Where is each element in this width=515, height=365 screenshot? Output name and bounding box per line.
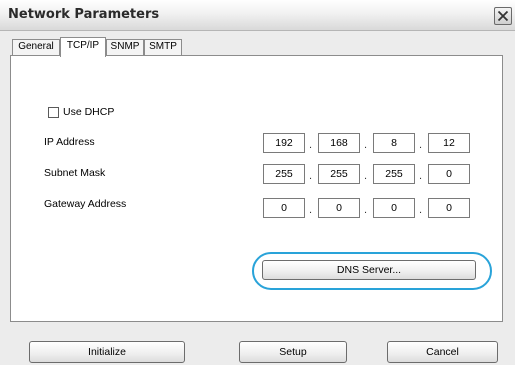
gateway-address-label: Gateway Address: [44, 198, 127, 210]
ip-separator: .: [419, 139, 423, 151]
subnet-octet-3[interactable]: 255: [373, 164, 415, 184]
ip-octet-4[interactable]: 12: [428, 133, 470, 153]
gateway-octet-2[interactable]: 0: [318, 198, 360, 218]
ip-separator: .: [309, 139, 313, 151]
initialize-button[interactable]: Initialize: [29, 341, 185, 363]
close-icon: [497, 10, 509, 22]
ip-address-label: IP Address: [44, 136, 95, 148]
window-title: Network Parameters: [8, 7, 160, 22]
subnet-octet-2[interactable]: 255: [318, 164, 360, 184]
use-dhcp-checkbox[interactable]: [48, 107, 59, 118]
gateway-octet-1[interactable]: 0: [263, 198, 305, 218]
dns-server-button[interactable]: DNS Server...: [262, 260, 476, 280]
gateway-octet-3[interactable]: 0: [373, 198, 415, 218]
ip-separator: .: [364, 139, 368, 151]
gateway-separator: .: [364, 204, 368, 216]
gateway-octet-4[interactable]: 0: [428, 198, 470, 218]
subnet-separator: .: [419, 170, 423, 182]
tab-tcpip[interactable]: TCP/IP: [60, 37, 106, 57]
gateway-separator: .: [419, 204, 423, 216]
setup-button[interactable]: Setup: [239, 341, 347, 363]
subnet-mask-label: Subnet Mask: [44, 167, 106, 179]
tab-snmp[interactable]: SNMP: [106, 39, 144, 55]
subnet-octet-4[interactable]: 0: [428, 164, 470, 184]
gateway-separator: .: [309, 204, 313, 216]
tab-general[interactable]: General: [12, 39, 60, 55]
ip-octet-1[interactable]: 192: [263, 133, 305, 153]
ip-octet-3[interactable]: 8: [373, 133, 415, 153]
tab-smtp[interactable]: SMTP: [144, 39, 182, 55]
use-dhcp-label: Use DHCP: [63, 106, 115, 118]
subnet-octet-1[interactable]: 255: [263, 164, 305, 184]
title-bar: Network Parameters: [0, 0, 515, 31]
cancel-button[interactable]: Cancel: [387, 341, 498, 363]
subnet-separator: .: [364, 170, 368, 182]
ip-octet-2[interactable]: 168: [318, 133, 360, 153]
close-button[interactable]: [494, 7, 512, 25]
subnet-separator: .: [309, 170, 313, 182]
